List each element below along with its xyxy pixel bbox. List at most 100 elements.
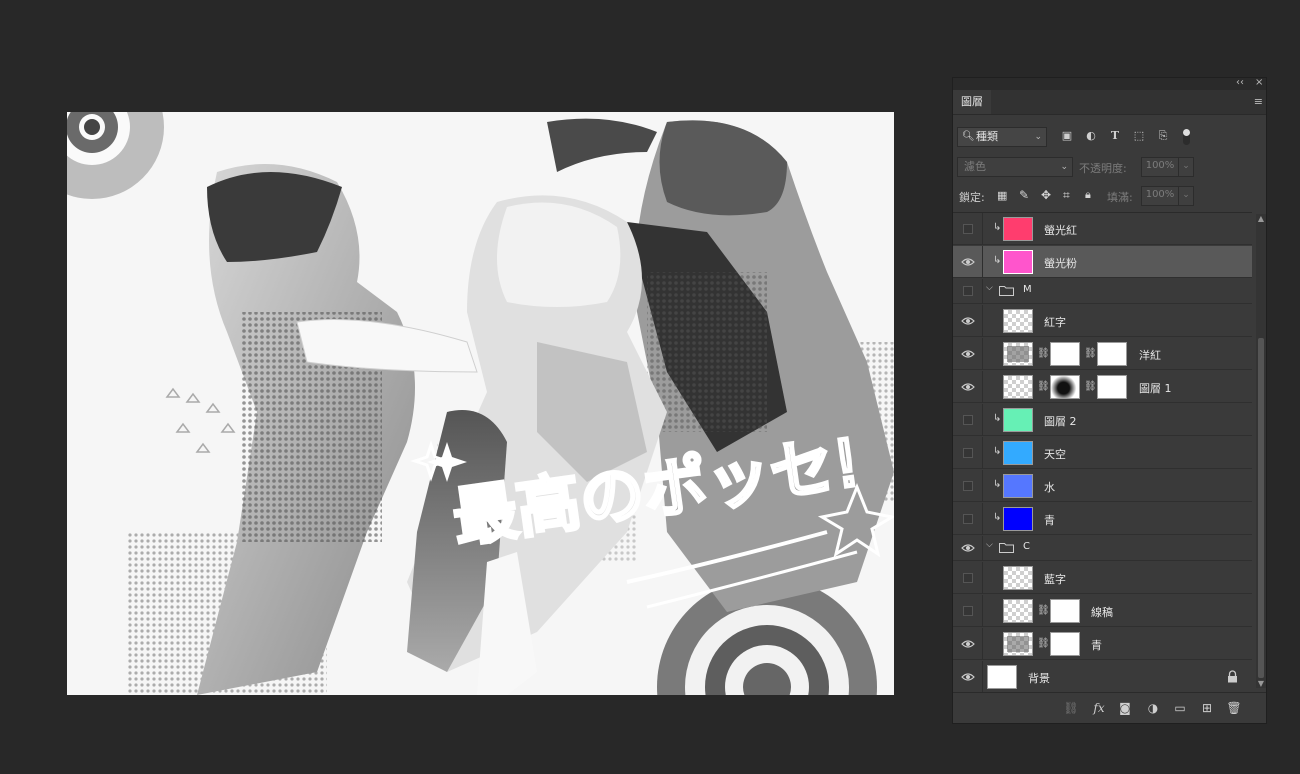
layer-thumbnail bbox=[1003, 408, 1033, 432]
adjustment-layer-icon[interactable]: ◑ bbox=[1145, 701, 1161, 715]
layer-row[interactable]: ↳ 圖層 2 bbox=[953, 404, 1252, 436]
eye-icon[interactable] bbox=[961, 670, 975, 684]
opacity-input[interactable]: 100% bbox=[1141, 157, 1179, 177]
layer-row[interactable]: ⛓ 線稿 bbox=[953, 595, 1252, 627]
layer-group-row[interactable]: ⌵ C bbox=[953, 536, 1252, 561]
clip-arrow-icon: ↳ bbox=[993, 512, 1002, 523]
clip-arrow-icon: ↳ bbox=[993, 413, 1002, 424]
new-group-icon[interactable]: ▭ bbox=[1172, 701, 1188, 715]
visibility-toggle[interactable] bbox=[963, 224, 973, 234]
filter-smartobject-icon[interactable]: ⎘ bbox=[1156, 129, 1170, 143]
blend-mode-select[interactable]: 濾色 ⌄ bbox=[957, 157, 1073, 177]
chevron-down-icon[interactable]: ⌵ bbox=[986, 283, 993, 293]
lock-all-icon[interactable]: 🔒︎ bbox=[1085, 188, 1091, 202]
layer-name: C bbox=[1023, 541, 1030, 552]
visibility-toggle[interactable] bbox=[963, 606, 973, 616]
visibility-toggle[interactable] bbox=[963, 514, 973, 524]
visibility-toggle[interactable] bbox=[963, 573, 973, 583]
panel-tabbar: 圖層 ≡ bbox=[953, 90, 1266, 115]
filter-kind-select[interactable]: 🔍︎ 種類 ⌄ bbox=[957, 127, 1047, 147]
document-canvas[interactable]: 最高のポッセ! bbox=[67, 112, 894, 695]
fill-input[interactable]: 100% bbox=[1141, 186, 1179, 206]
link-layers-icon[interactable]: ⛓ bbox=[1063, 701, 1079, 715]
layer-row[interactable]: ↳ 青 bbox=[953, 503, 1252, 535]
lock-row: 鎖定: ▦ ✎ ✥ ⌗ 🔒︎ 填滿: 100% ⌄ bbox=[957, 185, 1255, 207]
lock-brush-icon[interactable]: ✎ bbox=[1019, 188, 1029, 202]
link-icon[interactable]: ⛓ bbox=[1084, 381, 1097, 392]
layer-name: 洋紅 bbox=[1139, 349, 1161, 362]
panel-menu-icon[interactable]: ≡ bbox=[1254, 96, 1263, 108]
layer-thumbnail bbox=[1003, 375, 1033, 399]
layer-row[interactable]: ↳ 螢光紅 bbox=[953, 213, 1252, 245]
layer-row[interactable]: 藍字 bbox=[953, 562, 1252, 594]
close-icon[interactable]: × bbox=[1255, 77, 1263, 89]
filter-shape-icon[interactable]: ⬚ bbox=[1132, 129, 1146, 143]
clip-arrow-icon: ↳ bbox=[993, 479, 1002, 490]
eye-icon[interactable] bbox=[961, 347, 975, 361]
folder-icon bbox=[999, 286, 1014, 296]
visibility-toggle[interactable] bbox=[963, 286, 973, 296]
fill-label: 填滿: bbox=[1107, 191, 1133, 204]
filter-adjustment-icon[interactable]: ◐ bbox=[1084, 129, 1098, 143]
tab-layers[interactable]: 圖層 bbox=[953, 90, 991, 114]
visibility-toggle[interactable] bbox=[963, 415, 973, 425]
eye-icon[interactable] bbox=[961, 380, 975, 394]
layer-group-row[interactable]: ⌵ M bbox=[953, 279, 1252, 304]
layer-list: ↳ 螢光紅 ↳ 螢光粉 ⌵ M 紅字 ⛓ ⛓ 洋紅 ⛓ ⛓ 圖層 1 ↳ 圖層 … bbox=[953, 212, 1252, 693]
layer-row[interactable]: 紅字 bbox=[953, 305, 1252, 337]
link-icon[interactable]: ⛓ bbox=[1037, 638, 1050, 649]
add-mask-icon[interactable]: ◙ bbox=[1117, 701, 1133, 715]
filter-pixel-icon[interactable]: ▣ bbox=[1060, 129, 1074, 143]
layers-bottom-toolbar: ⛓ fx ◙ ◑ ▭ ⊞ 🗑︎ bbox=[953, 692, 1266, 723]
layer-row-background[interactable]: 背景 bbox=[953, 661, 1252, 693]
fill-dropdown[interactable]: ⌄ bbox=[1178, 186, 1194, 206]
filter-mask-thumbnail[interactable] bbox=[1097, 342, 1127, 366]
layer-thumbnail bbox=[1003, 250, 1033, 274]
link-icon[interactable]: ⛓ bbox=[1037, 605, 1050, 616]
layer-filter-row: 🔍︎ 種類 ⌄ ▣ ◐ T ⬚ ⎘ bbox=[957, 126, 1255, 148]
filter-toggle[interactable] bbox=[1183, 129, 1190, 145]
clip-arrow-icon: ↳ bbox=[993, 446, 1002, 457]
scroll-down-icon[interactable]: ▼ bbox=[1256, 679, 1266, 688]
layer-row-selected[interactable]: ↳ 螢光粉 bbox=[953, 246, 1252, 278]
eye-icon[interactable] bbox=[961, 541, 975, 555]
layer-mask-thumbnail[interactable] bbox=[1050, 632, 1080, 656]
layer-row[interactable]: ⛓ ⛓ 圖層 1 bbox=[953, 371, 1252, 403]
layer-thumbnail bbox=[1003, 507, 1033, 531]
lock-move-icon[interactable]: ✥ bbox=[1041, 188, 1051, 202]
layer-thumbnail bbox=[1003, 309, 1033, 333]
layer-mask-thumbnail[interactable] bbox=[1050, 342, 1080, 366]
link-icon[interactable]: ⛓ bbox=[1037, 381, 1050, 392]
layer-row[interactable]: ↳ 水 bbox=[953, 470, 1252, 502]
lock-transparent-icon[interactable]: ▦ bbox=[997, 189, 1007, 202]
eye-icon[interactable] bbox=[961, 637, 975, 651]
trash-icon[interactable]: 🗑︎ bbox=[1226, 701, 1242, 715]
layer-row[interactable]: ⛓ 青 bbox=[953, 628, 1252, 660]
chevron-down-icon[interactable]: ⌵ bbox=[986, 540, 993, 550]
fx-icon[interactable]: fx bbox=[1091, 701, 1107, 715]
layer-name: 天空 bbox=[1044, 448, 1066, 461]
scroll-thumb[interactable] bbox=[1258, 338, 1264, 678]
opacity-dropdown[interactable]: ⌄ bbox=[1178, 157, 1194, 177]
visibility-toggle[interactable] bbox=[963, 481, 973, 491]
layer-list-scrollbar[interactable]: ▲ ▼ bbox=[1256, 214, 1266, 688]
layer-mask-thumbnail[interactable] bbox=[1050, 599, 1080, 623]
eye-icon[interactable] bbox=[961, 255, 975, 269]
eye-icon[interactable] bbox=[961, 314, 975, 328]
layer-row[interactable]: ⛓ ⛓ 洋紅 bbox=[953, 338, 1252, 370]
scroll-up-icon[interactable]: ▲ bbox=[1256, 214, 1266, 223]
visibility-toggle[interactable] bbox=[963, 448, 973, 458]
filter-type-icon[interactable]: T bbox=[1108, 129, 1122, 143]
filter-mask-thumbnail[interactable] bbox=[1097, 375, 1127, 399]
layer-thumbnail bbox=[1003, 566, 1033, 590]
new-layer-icon[interactable]: ⊞ bbox=[1199, 701, 1215, 715]
lock-artboard-icon[interactable]: ⌗ bbox=[1063, 188, 1070, 203]
collapse-icon[interactable]: ‹‹ bbox=[1236, 77, 1244, 89]
link-icon[interactable]: ⛓ bbox=[1084, 348, 1097, 359]
link-icon[interactable]: ⛓ bbox=[1037, 348, 1050, 359]
layer-mask-thumbnail[interactable] bbox=[1050, 375, 1080, 399]
layer-thumbnail bbox=[1003, 217, 1033, 241]
panel-titlebar[interactable]: ‹‹ × bbox=[953, 77, 1266, 90]
lock-label: 鎖定: bbox=[959, 191, 985, 204]
layer-row[interactable]: ↳ 天空 bbox=[953, 437, 1252, 469]
